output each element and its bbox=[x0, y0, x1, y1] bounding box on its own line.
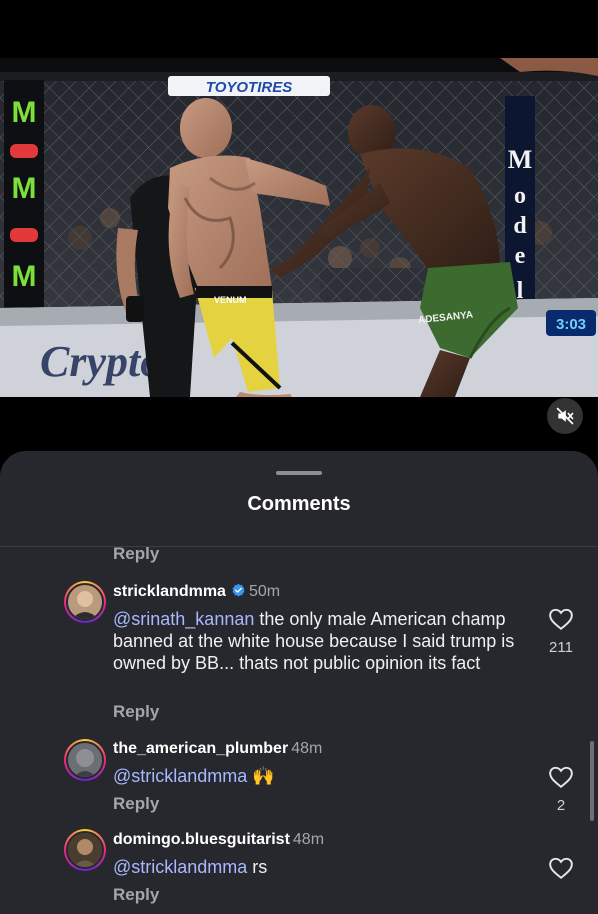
comment-text: @stricklandmma 🙌 bbox=[113, 765, 523, 787]
comment-text: @stricklandmma rs bbox=[113, 856, 523, 878]
comment-username[interactable]: stricklandmma bbox=[113, 583, 226, 600]
comment-meta: the_american_plumber 48m bbox=[113, 740, 322, 758]
like-count: 211 bbox=[549, 639, 573, 656]
like-count: 2 bbox=[556, 797, 566, 814]
svg-text:o: o bbox=[514, 183, 526, 209]
svg-text:VENUM: VENUM bbox=[214, 295, 247, 305]
speaker-muted-icon bbox=[556, 407, 574, 425]
comment-timestamp: 50m bbox=[248, 583, 281, 600]
svg-text:3:03: 3:03 bbox=[556, 316, 586, 333]
mention-link[interactable]: @stricklandmma bbox=[113, 857, 247, 877]
reply-button[interactable]: Reply bbox=[113, 544, 159, 564]
avatar-image bbox=[68, 743, 102, 777]
reply-button[interactable]: Reply bbox=[113, 702, 159, 722]
screen: TOYOTIRES M M M M o d e l o bbox=[0, 0, 598, 914]
sponsor-banner: TOYOTIRES bbox=[168, 76, 330, 96]
svg-text:M: M bbox=[12, 260, 37, 293]
comment-body: 🙌 bbox=[247, 766, 275, 786]
comment-body: rs bbox=[247, 857, 268, 877]
sponsor-banner-text: TOYOTIRES bbox=[206, 79, 292, 96]
comment-text: @srinath_kannan the only male American c… bbox=[113, 608, 523, 674]
avatar-image bbox=[68, 833, 102, 867]
svg-text:d: d bbox=[513, 213, 527, 239]
comment-username[interactable]: the_american_plumber bbox=[113, 740, 288, 757]
comment-meta: stricklandmma 50m bbox=[113, 583, 280, 601]
svg-text:e: e bbox=[515, 243, 526, 269]
svg-text:M: M bbox=[12, 96, 37, 129]
svg-text:M: M bbox=[508, 145, 533, 174]
avatar[interactable] bbox=[64, 739, 106, 781]
sheet-title: Comments bbox=[247, 493, 351, 515]
comment-timestamp: 48m bbox=[291, 740, 323, 757]
mention-link[interactable]: @stricklandmma bbox=[113, 766, 247, 786]
svg-text:Crypto: Crypto bbox=[40, 337, 162, 386]
scrollbar[interactable] bbox=[590, 741, 594, 821]
heart-icon[interactable] bbox=[548, 765, 574, 789]
mute-toggle-button[interactable] bbox=[547, 398, 583, 434]
svg-text:M: M bbox=[12, 172, 37, 205]
avatar[interactable] bbox=[64, 829, 106, 871]
video-player[interactable]: TOYOTIRES M M M M o d e l o bbox=[0, 58, 598, 397]
sheet-divider bbox=[0, 546, 598, 547]
avatar-image bbox=[68, 585, 102, 619]
comment-timestamp: 48m bbox=[292, 831, 325, 848]
video-frame: TOYOTIRES M M M M o d e l o bbox=[0, 58, 598, 397]
verified-badge-icon bbox=[232, 583, 245, 597]
fight-timer: 3:03 bbox=[546, 310, 596, 336]
avatar[interactable] bbox=[64, 581, 106, 623]
heart-icon[interactable] bbox=[548, 856, 574, 880]
comment-meta: domingo.bluesguitarist 48m bbox=[113, 831, 324, 849]
left-cage-post: M M M bbox=[4, 80, 44, 310]
sheet-drag-handle[interactable] bbox=[276, 471, 322, 475]
comment-username[interactable]: domingo.bluesguitarist bbox=[113, 831, 290, 848]
reply-button[interactable]: Reply bbox=[113, 885, 159, 905]
heart-icon[interactable] bbox=[548, 607, 574, 631]
reply-button[interactable]: Reply bbox=[113, 794, 159, 814]
mention-link[interactable]: @srinath_kannan bbox=[113, 609, 254, 629]
comments-sheet: Comments Reply stricklandmma 50m @srinath… bbox=[0, 451, 598, 914]
